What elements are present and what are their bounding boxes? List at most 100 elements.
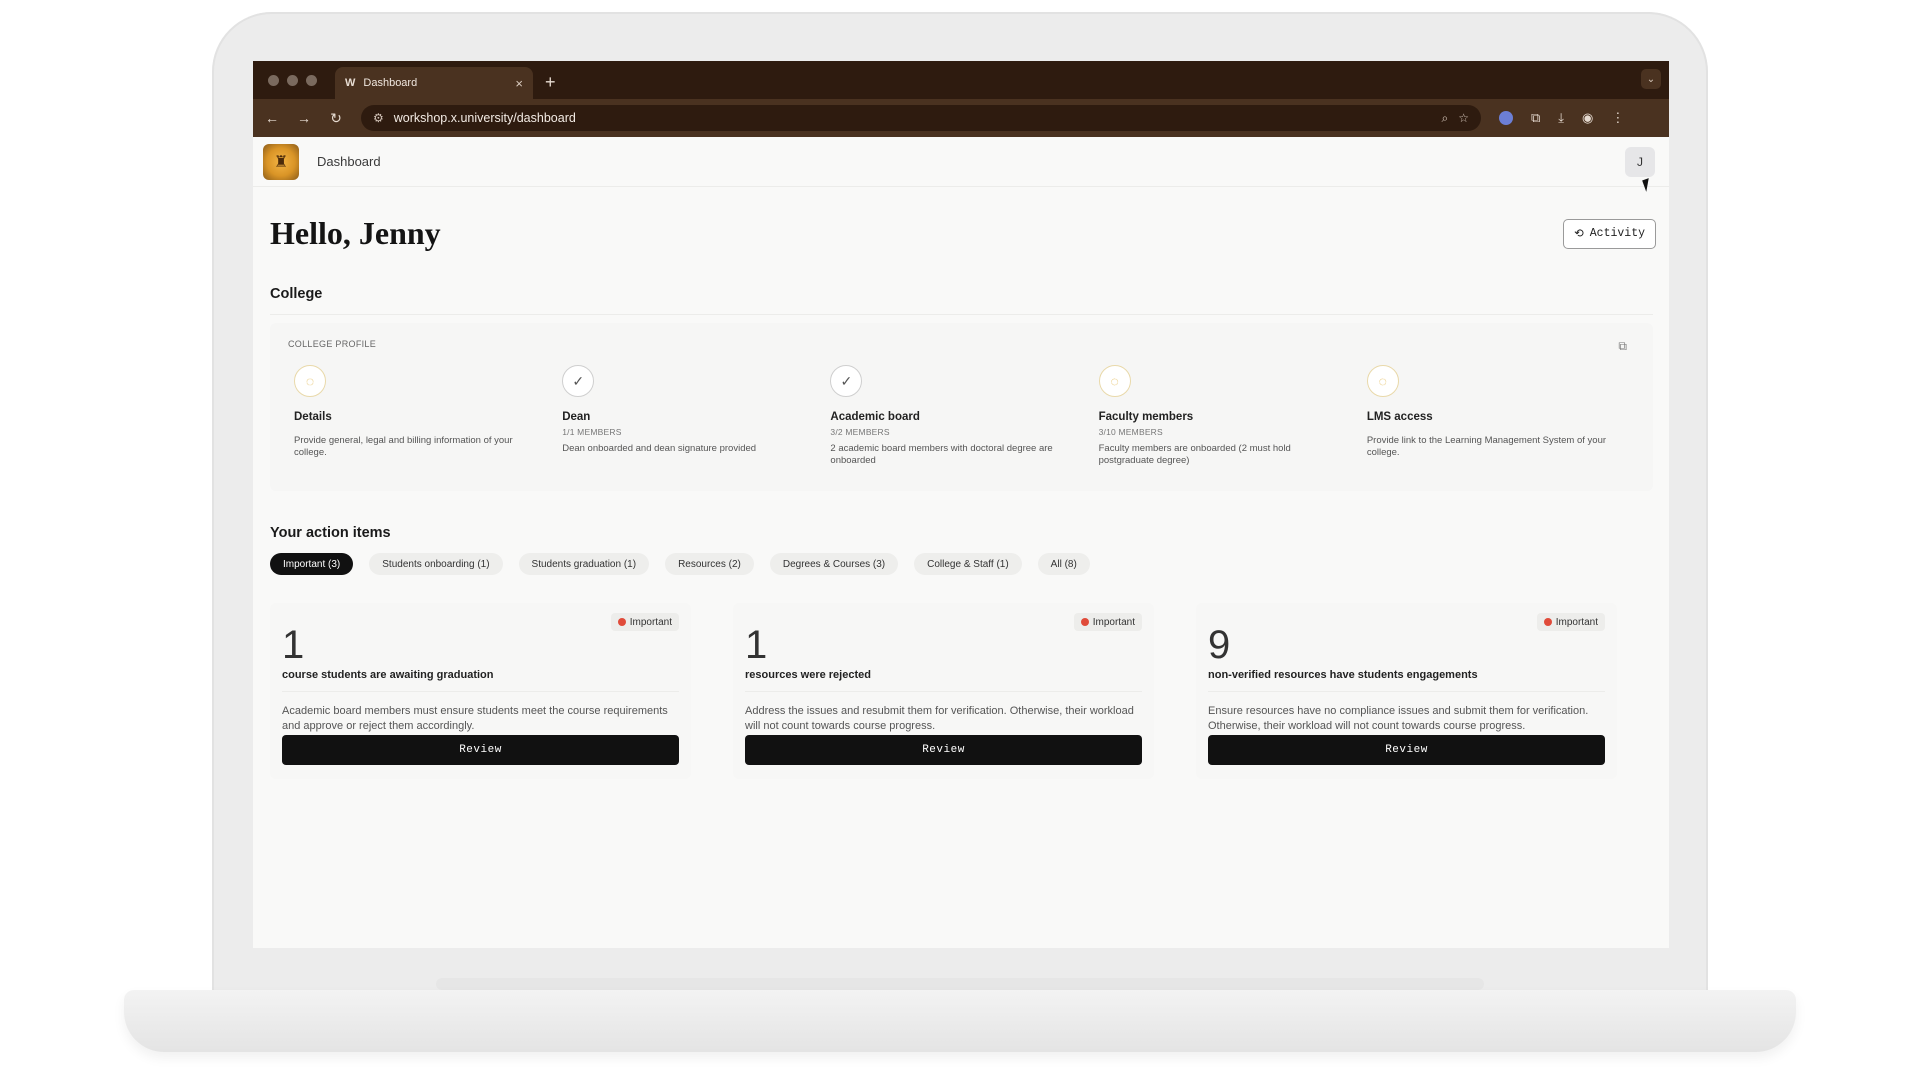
tab-close-icon[interactable]: × <box>515 76 523 91</box>
chip-students-onboarding[interactable]: Students onboarding (1) <box>369 553 503 575</box>
step-members-count: 3/2 MEMBERS <box>830 427 890 437</box>
profile-steps: ◌ Details Provide general, legal and bil… <box>288 365 1635 468</box>
chip-important[interactable]: Important (3) <box>270 553 354 575</box>
step-academic-board[interactable]: ✓ Academic board 3/2 MEMBERS 2 academic … <box>830 365 1098 468</box>
action-count: 1 <box>282 623 305 667</box>
forward-arrow-icon[interactable]: → <box>297 110 311 126</box>
pending-spinner-icon: ◌ <box>1366 365 1399 397</box>
action-headline: non-verified resources have students eng… <box>1208 669 1478 681</box>
card-divider <box>745 691 1142 692</box>
step-faculty-members[interactable]: ◌ Faculty members 3/10 MEMBERS Faculty m… <box>1098 365 1367 468</box>
alert-dot-icon <box>1080 618 1089 626</box>
tab-bar: W Dashboard × + ⌄ <box>253 61 1669 99</box>
check-icon: ✓ <box>830 365 863 397</box>
greeting-row: Hello, Jenny ⟲ Activity <box>270 215 1656 252</box>
action-card: Important 1 course students are awaiting… <box>270 603 691 779</box>
important-badge: Important <box>610 613 679 631</box>
activity-button[interactable]: ⟲ Activity <box>1563 218 1656 249</box>
step-description: Faculty members are onboarded (2 must ho… <box>1098 443 1291 467</box>
screen: W Dashboard × + ⌄ ← → ↻ ⚙ workshop.x.uni… <box>253 61 1669 948</box>
laptop-hinge <box>436 978 1484 990</box>
url-text[interactable]: workshop.x.university/dashboard <box>394 111 1432 125</box>
important-badge: Important <box>1536 613 1605 631</box>
step-details[interactable]: ◌ Details Provide general, legal and bil… <box>294 365 562 468</box>
extensions-puzzle-icon[interactable]: ⧉ <box>1531 110 1540 126</box>
download-icon[interactable]: ⤓ <box>1558 110 1564 126</box>
chip-resources[interactable]: Resources (2) <box>665 553 754 575</box>
laptop-base <box>124 990 1796 1052</box>
step-members-count: 3/10 MEMBERS <box>1098 427 1163 437</box>
main-content: Hello, Jenny ⟲ Activity College COLLEGE … <box>253 215 1669 779</box>
step-members-count: 1/1 MEMBERS <box>562 427 622 437</box>
minimize-window-button[interactable] <box>287 75 298 86</box>
action-card: Important 1 resources were rejected Addr… <box>733 603 1154 779</box>
reload-icon[interactable]: ↻ <box>329 110 343 127</box>
extensions-area: ⧉ ⤓ ◉ ⋮ <box>1499 110 1624 126</box>
greeting-heading: Hello, Jenny <box>270 215 441 251</box>
badge-label: Important <box>1092 616 1135 628</box>
important-badge: Important <box>1073 613 1142 631</box>
window-controls <box>268 75 317 86</box>
college-profile-label: COLLEGE PROFILE <box>288 339 377 349</box>
bookmark-star-icon[interactable]: ☆ <box>1458 111 1469 125</box>
close-window-button[interactable] <box>268 75 279 86</box>
badge-label: Important <box>629 616 672 628</box>
external-link-icon[interactable]: ⧉ <box>1618 339 1627 354</box>
step-name: LMS access <box>1366 411 1433 423</box>
card-divider <box>1208 691 1605 692</box>
pending-spinner-icon: ◌ <box>294 365 326 397</box>
action-count: 1 <box>745 623 768 667</box>
check-icon: ✓ <box>562 365 595 397</box>
profile-icon[interactable]: ◉ <box>1582 110 1593 126</box>
step-name: Dean <box>562 411 591 423</box>
extension-globe-icon[interactable] <box>1499 111 1513 125</box>
new-tab-button[interactable]: + <box>545 72 556 93</box>
browser-menu-icon[interactable]: ⋮ <box>1611 110 1624 126</box>
tab-search-chevron-icon[interactable]: ⌄ <box>1641 69 1661 89</box>
site-settings-icon[interactable]: ⚙ <box>373 111 384 125</box>
chip-college-staff[interactable]: College & Staff (1) <box>914 553 1022 575</box>
alert-dot-icon <box>1543 618 1552 626</box>
review-button[interactable]: Review <box>745 735 1142 765</box>
browser-tab[interactable]: W Dashboard × <box>335 67 533 99</box>
user-avatar-button[interactable]: J <box>1625 147 1655 177</box>
action-card: Important 9 non-verified resources have … <box>1196 603 1617 779</box>
action-count: 9 <box>1208 623 1231 667</box>
alert-dot-icon <box>617 618 626 626</box>
app-header: ♜ Dashboard J <box>253 137 1669 192</box>
maximize-window-button[interactable] <box>306 75 317 86</box>
step-dean[interactable]: ✓ Dean 1/1 MEMBERS Dean onboarded and de… <box>562 365 830 468</box>
step-description: Provide link to the Learning Management … <box>1366 435 1607 459</box>
action-headline: resources were rejected <box>745 669 871 681</box>
step-lms-access[interactable]: ◌ LMS access Provide link to the Learnin… <box>1366 365 1635 468</box>
review-button[interactable]: Review <box>282 735 679 765</box>
card-divider <box>282 691 679 692</box>
step-name: Faculty members <box>1098 411 1194 423</box>
chip-degrees-courses[interactable]: Degrees & Courses (3) <box>769 553 899 575</box>
review-button[interactable]: Review <box>1208 735 1605 765</box>
badge-label: Important <box>1555 616 1598 628</box>
step-name: Details <box>294 411 332 423</box>
step-description: Provide general, legal and billing infor… <box>294 435 513 459</box>
chip-students-graduation[interactable]: Students graduation (1) <box>518 553 650 575</box>
action-headline: course students are awaiting graduation <box>282 669 494 681</box>
action-cards: Important 1 course students are awaiting… <box>270 603 1653 779</box>
action-filter-chips: Important (3) Students onboarding (1) St… <box>270 553 1653 575</box>
back-arrow-icon[interactable]: ← <box>265 110 279 126</box>
tab-title: Dashboard <box>363 77 418 89</box>
chip-all[interactable]: All (8) <box>1037 553 1090 575</box>
history-icon: ⟲ <box>1574 228 1584 241</box>
mouse-cursor-icon <box>1642 178 1653 192</box>
step-description: Dean onboarded and dean signature provid… <box>562 443 757 454</box>
university-logo[interactable]: ♜ <box>263 143 299 180</box>
app-header-title: Dashboard <box>317 154 381 169</box>
college-section-title: College <box>270 286 323 302</box>
address-bar[interactable]: ⚙ workshop.x.university/dashboard ⌕ ☆ <box>361 105 1481 131</box>
address-toolbar: ← → ↻ ⚙ workshop.x.university/dashboard … <box>253 99 1669 137</box>
tab-favicon: W <box>345 77 356 89</box>
activity-button-label: Activity <box>1589 227 1645 240</box>
college-profile-card: COLLEGE PROFILE ⧉ ◌ Details Provide gene… <box>270 323 1653 491</box>
step-description: 2 academic board members with doctoral d… <box>830 443 1053 467</box>
step-name: Academic board <box>830 411 920 423</box>
zoom-icon[interactable]: ⌕ <box>1442 111 1449 126</box>
